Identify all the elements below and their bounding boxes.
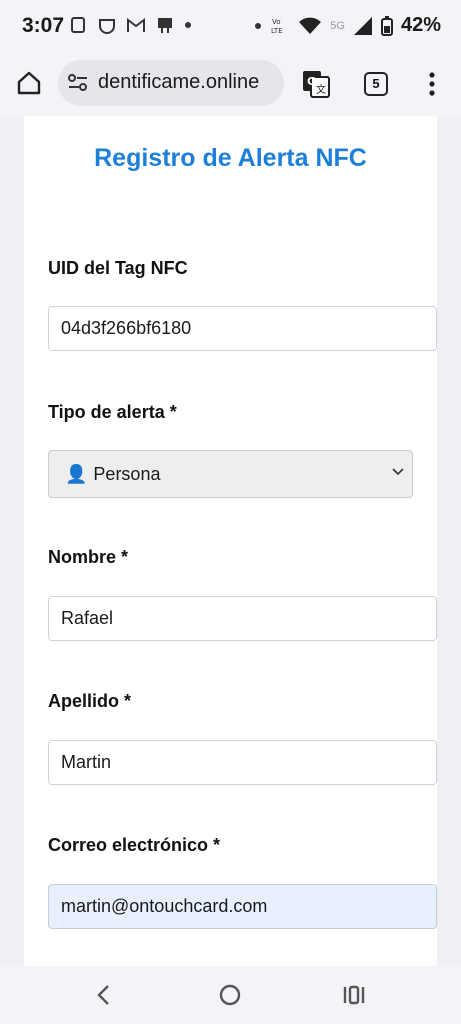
browser-toolbar: dentificame.online G 文 5 (0, 54, 461, 116)
page-title: Registro de Alerta NFC (94, 144, 367, 172)
apellido-label: Apellido * (48, 691, 132, 711)
home-icon[interactable] (16, 70, 42, 96)
svg-text:文: 文 (316, 83, 326, 96)
more-notifications-dot-icon (185, 22, 191, 28)
back-icon[interactable] (96, 984, 112, 1006)
uid-input[interactable]: 04d3f266bf6180 (48, 306, 437, 351)
system-navigation-bar (0, 966, 461, 1024)
form-card: Registro de Alerta NFC UID del Tag NFC 0… (24, 116, 437, 966)
svg-text:Vo: Vo (272, 18, 281, 26)
overflow-menu-icon[interactable] (428, 72, 436, 96)
home-button-icon[interactable] (219, 984, 241, 1006)
person-icon: 👤 (65, 464, 88, 484)
correo-input[interactable]: martin@ontouchcard.com (48, 884, 437, 929)
url-text: dentificame.online (98, 71, 260, 93)
copy-notification-icon (71, 17, 85, 33)
address-bar[interactable]: dentificame.online (58, 60, 284, 106)
recent-apps-icon[interactable] (343, 985, 365, 1005)
correo-label: Correo electrónico * (48, 835, 221, 855)
svg-text:G: G (307, 75, 316, 88)
gmail-icon (127, 18, 145, 32)
app-notification-icon (99, 19, 115, 34)
status-time: 3:07 (22, 14, 65, 37)
translate-icon[interactable]: G 文 (302, 70, 330, 98)
svg-text:LTE: LTE (271, 27, 283, 35)
battery-icon (380, 15, 393, 36)
chevron-down-icon (392, 468, 404, 476)
volte-icon: VoLTE (271, 18, 283, 35)
apellido-input[interactable]: Martin (48, 740, 437, 785)
uid-label: UID del Tag NFC (48, 258, 188, 278)
tipo-alerta-label: Tipo de alerta * (48, 402, 177, 422)
tab-switcher-button[interactable]: 5 (364, 72, 388, 96)
signal-icon (353, 16, 372, 35)
app-tray-icon (158, 18, 172, 33)
status-bar: 3:07 Vo LTE 5G 42% (0, 0, 461, 54)
network-type-label: 5G (330, 19, 345, 32)
wifi-icon (299, 17, 322, 34)
battery-percent: 42% (400, 14, 441, 36)
notification-icons (70, 16, 192, 34)
dot-icon (255, 22, 262, 29)
nombre-input[interactable]: Rafael (48, 596, 437, 641)
site-settings-icon[interactable] (68, 74, 88, 92)
tipo-alerta-value: Persona (93, 464, 161, 484)
tipo-alerta-select[interactable]: 👤 Persona (48, 450, 413, 498)
nombre-label: Nombre * (48, 547, 129, 567)
system-icons: Vo LTE 5G 42% (254, 14, 441, 37)
